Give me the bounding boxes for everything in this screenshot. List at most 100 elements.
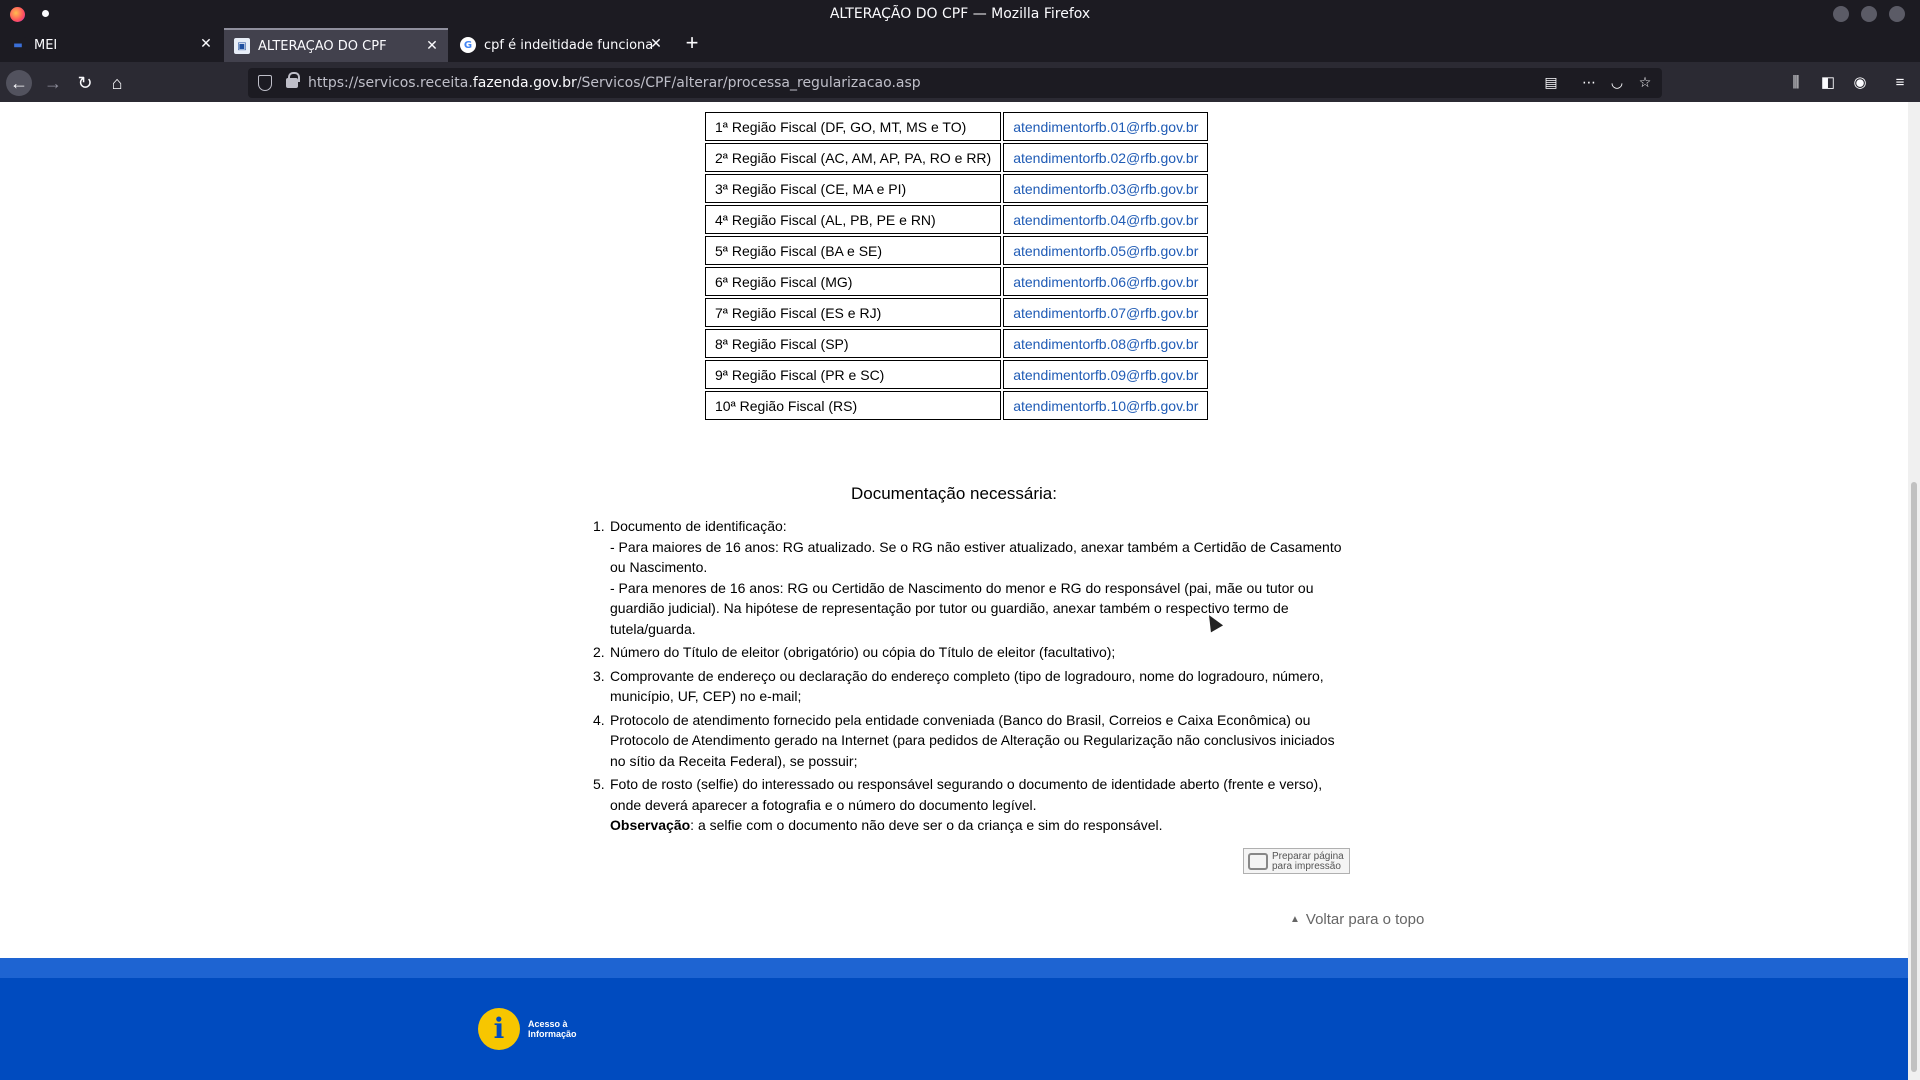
table-row: 6ª Região Fiscal (MG) atendimentorfb.06@r… <box>705 267 1209 296</box>
address-bar[interactable]: https://servicos.receita.fazenda.gov.br/… <box>248 68 1662 98</box>
region-email-cell: atendimentorfb.02@rfb.gov.br <box>1003 143 1209 172</box>
table-row: 9ª Região Fiscal (PR e SC) atendimentorfb… <box>705 360 1209 389</box>
menu-hamburger-icon[interactable]: ≡ <box>1890 73 1910 93</box>
list-text: Foto de rosto (selfie) do interessado ou… <box>610 776 1323 813</box>
footer-top-strip <box>0 958 1908 978</box>
library-icon[interactable]: ⫼ <box>1786 73 1806 93</box>
region-name-cell: 8ª Região Fiscal (SP) <box>705 329 1002 358</box>
observation-text: : a selfie com o documento não deve ser … <box>690 817 1163 833</box>
back-to-top-link[interactable]: ▲ Voltar para o topo <box>1290 911 1424 928</box>
documentation-list: 1. Documento de identificação: - Para ma… <box>590 516 1350 839</box>
email-link[interactable]: atendimentorfb.02@rfb.gov.br <box>1013 150 1198 166</box>
list-item: 1. Documento de identificação: - Para ma… <box>590 516 1350 639</box>
scrollbar-thumb[interactable] <box>1911 482 1917 1072</box>
email-link[interactable]: atendimentorfb.08@rfb.gov.br <box>1013 336 1198 352</box>
print-button-label-2: para impressão <box>1272 861 1341 872</box>
forward-button[interactable]: → <box>40 70 66 96</box>
region-name-cell: 6ª Região Fiscal (MG) <box>705 267 1002 296</box>
region-name-cell: 1ª Região Fiscal (DF, GO, MT, MS e TO) <box>705 112 1002 141</box>
email-link[interactable]: atendimentorfb.03@rfb.gov.br <box>1013 181 1198 197</box>
close-tab-icon[interactable]: ✕ <box>198 36 214 52</box>
lock-icon[interactable] <box>286 72 300 88</box>
tab-alteracao-cpf[interactable]: ▣ ALTERAÇÃO DO CPF ✕ <box>224 28 448 62</box>
region-email-cell: atendimentorfb.07@rfb.gov.br <box>1003 298 1209 327</box>
region-email-cell: atendimentorfb.10@rfb.gov.br <box>1003 391 1209 420</box>
table-row: 3ª Região Fiscal (CE, MA e PI) atendiment… <box>705 174 1209 203</box>
region-email-cell: atendimentorfb.08@rfb.gov.br <box>1003 329 1209 358</box>
region-email-cell: atendimentorfb.05@rfb.gov.br <box>1003 236 1209 265</box>
new-tab-button[interactable]: + <box>680 32 704 56</box>
region-email-cell: atendimentorfb.06@rfb.gov.br <box>1003 267 1209 296</box>
table-row: 8ª Região Fiscal (SP) atendimentorfb.08@r… <box>705 329 1209 358</box>
window-titlebar: ALTERAÇÃO DO CPF — Mozilla Firefox <box>0 0 1920 28</box>
region-name-cell: 2ª Região Fiscal (AC, AM, AP, PA, RO e R… <box>705 143 1002 172</box>
list-number: 3. <box>593 667 605 684</box>
page-actions-icon[interactable]: ⋯ <box>1580 75 1598 91</box>
region-name-cell: 3ª Região Fiscal (CE, MA e PI) <box>705 174 1002 203</box>
region-name-cell: 5ª Região Fiscal (BA e SE) <box>705 236 1002 265</box>
url-prefix: https://servicos.receita. <box>308 75 473 91</box>
region-email-cell: atendimentorfb.04@rfb.gov.br <box>1003 205 1209 234</box>
tab-label: MEI <box>34 37 58 53</box>
email-link[interactable]: atendimentorfb.01@rfb.gov.br <box>1013 119 1198 135</box>
close-tab-icon[interactable]: ✕ <box>648 36 664 52</box>
region-name-cell: 9ª Região Fiscal (PR e SC) <box>705 360 1002 389</box>
bookmark-star-icon[interactable]: ☆ <box>1636 75 1654 91</box>
window-title: ALTERAÇÃO DO CPF — Mozilla Firefox <box>829 6 1091 22</box>
list-item: 5. Foto de rosto (selfie) do interessado… <box>590 774 1350 836</box>
region-name-cell: 7ª Região Fiscal (ES e RJ) <box>705 298 1002 327</box>
print-page-button[interactable]: Preparar página para impressão <box>1243 848 1350 874</box>
pocket-icon[interactable]: ◡ <box>1608 75 1626 91</box>
acesso-informacao-label[interactable]: Acesso à Informação <box>528 1019 577 1039</box>
list-text: Número do Título de eleitor (obrigatório… <box>610 644 1116 660</box>
email-link[interactable]: atendimentorfb.05@rfb.gov.br <box>1013 243 1198 259</box>
account-icon[interactable]: ◉ <box>1850 73 1870 93</box>
reader-view-icon[interactable]: ▤ <box>1542 75 1560 91</box>
sidebar-icon[interactable]: ◧ <box>1818 73 1838 93</box>
list-number: 2. <box>593 644 605 660</box>
logo-line-2: Informação <box>528 1029 577 1039</box>
region-email-cell: atendimentorfb.09@rfb.gov.br <box>1003 360 1209 389</box>
close-window-button[interactable] <box>1889 6 1905 22</box>
region-email-cell: atendimentorfb.01@rfb.gov.br <box>1003 112 1209 141</box>
acesso-informacao-logo[interactable]: i <box>478 1008 520 1050</box>
url-text[interactable]: https://servicos.receita.fazenda.gov.br/… <box>308 75 921 91</box>
list-number: 1. <box>593 518 605 534</box>
back-button[interactable]: ← <box>6 70 32 96</box>
table-row: 7ª Região Fiscal (ES e RJ) atendimentorfb… <box>705 298 1209 327</box>
list-number: 4. <box>593 711 605 728</box>
observation-note: Observação: a selfie com o documento não… <box>610 815 1350 836</box>
list-item: 3. Comprovante de endereço ou declaração… <box>590 666 1350 707</box>
email-link[interactable]: atendimentorfb.09@rfb.gov.br <box>1013 367 1198 383</box>
list-item: 4. Protocolo de atendimento fornecido pe… <box>590 710 1350 772</box>
email-link[interactable]: atendimentorfb.10@rfb.gov.br <box>1013 398 1198 414</box>
tab-label: cpf é indeitidade funciona <box>484 37 654 53</box>
maximize-button[interactable] <box>1861 6 1877 22</box>
logo-line-1: Acesso à <box>528 1019 568 1029</box>
minimize-button[interactable] <box>1833 6 1849 22</box>
home-button[interactable]: ⌂ <box>104 70 130 96</box>
tab-strip: ▬ MEI ✕ ▣ ALTERAÇÃO DO CPF ✕ G cpf é ind… <box>0 28 1920 62</box>
table-row: 5ª Região Fiscal (BA e SE) atendimentorfb… <box>705 236 1209 265</box>
back-to-top-label: Voltar para o topo <box>1305 911 1425 928</box>
region-name-cell: 4ª Região Fiscal (AL, PB, PE e RN) <box>705 205 1002 234</box>
list-number: 5. <box>593 776 605 792</box>
receita-icon: ▣ <box>234 38 250 54</box>
table-row: 4ª Região Fiscal (AL, PB, PE e RN) atendi… <box>705 205 1209 234</box>
tab-label: ALTERAÇÃO DO CPF <box>258 38 387 54</box>
reload-button[interactable]: ↻ <box>72 70 98 96</box>
email-link[interactable]: atendimentorfb.06@rfb.gov.br <box>1013 274 1198 290</box>
tracking-protection-shield-icon[interactable] <box>258 75 272 91</box>
table-row: 2ª Região Fiscal (AC, AM, AP, PA, RO e R… <box>705 143 1209 172</box>
email-link[interactable]: atendimentorfb.04@rfb.gov.br <box>1013 212 1198 228</box>
url-domain: fazenda.gov.br <box>472 75 577 91</box>
vertical-scrollbar[interactable] <box>1908 102 1920 1080</box>
caret-up-icon: ▲ <box>1290 914 1300 925</box>
regions-email-table: 1ª Região Fiscal (DF, GO, MT, MS e TO) at… <box>703 110 1210 422</box>
tab-google-search[interactable]: G cpf é indeitidade funciona ✕ <box>450 28 672 62</box>
tab-mei[interactable]: ▬ MEI ✕ <box>0 28 222 62</box>
list-text: Documento de identificação: <box>610 518 787 534</box>
navigation-toolbar: ← → ↻ ⌂ https://servicos.receita.fazenda… <box>0 62 1920 102</box>
close-tab-icon[interactable]: ✕ <box>424 38 440 54</box>
email-link[interactable]: atendimentorfb.07@rfb.gov.br <box>1013 305 1198 321</box>
